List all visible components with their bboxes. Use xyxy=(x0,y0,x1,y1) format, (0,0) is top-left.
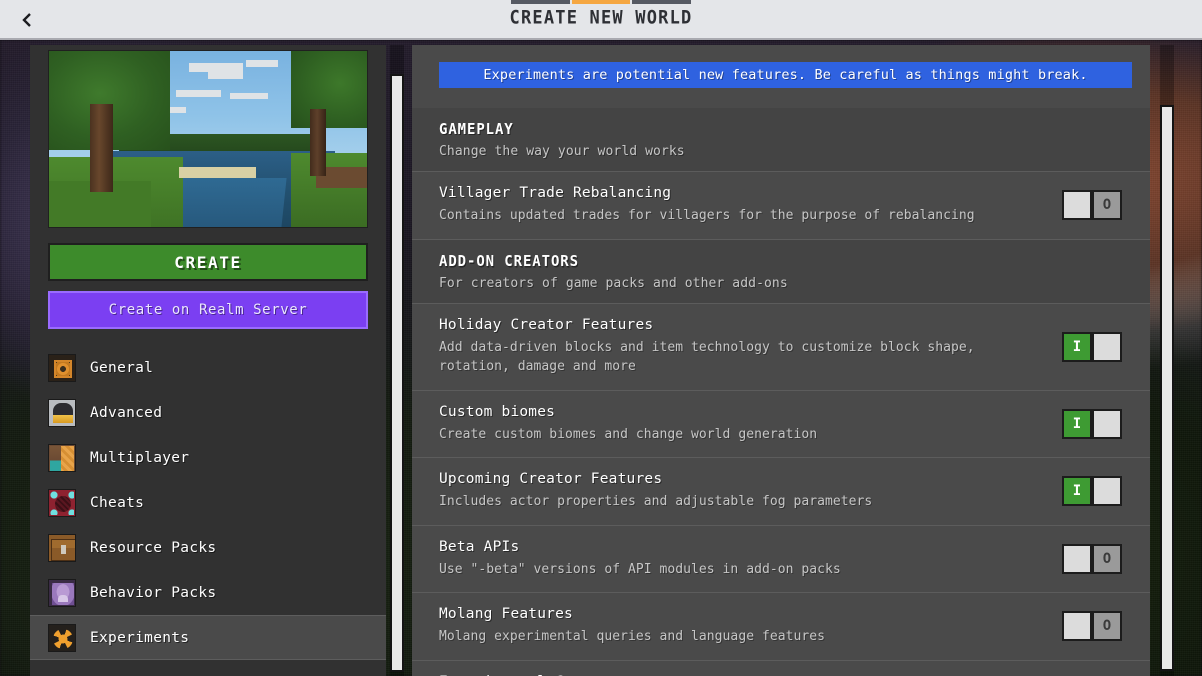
toggle-knob xyxy=(1062,543,1092,574)
feature-toggle[interactable]: I xyxy=(1062,331,1122,362)
feature-title: Beta APIs xyxy=(439,538,520,555)
page-title: CREATE NEW WORLD xyxy=(509,7,693,29)
toggle-knob xyxy=(1092,408,1122,439)
potion-icon xyxy=(48,578,76,607)
toggle-state-label: O xyxy=(1092,543,1122,574)
world-preview-image xyxy=(48,50,368,228)
sidebar-item-resource-packs[interactable]: Resource Packs xyxy=(30,525,386,570)
toggle-knob xyxy=(1062,190,1092,221)
feature-text: Holiday Creator Features Add data-driven … xyxy=(439,317,1062,377)
toggle-state-label: I xyxy=(1062,476,1092,507)
feature-description: Molang experimental queries and language… xyxy=(439,629,825,644)
progress-indicator xyxy=(511,0,692,5)
section-header: ADD-ON CREATORS For creators of game pack… xyxy=(412,239,1150,304)
main-scrollbar-thumb[interactable] xyxy=(1160,105,1174,671)
feature-text: Villager Trade Rebalancing Contains updat… xyxy=(439,185,1062,226)
section-title: ADD-ON CREATORS xyxy=(439,253,579,270)
toggle-state-label: I xyxy=(1062,408,1092,439)
feature-title: Custom biomes xyxy=(439,403,556,420)
main-panel: Experiments are potential new features. … xyxy=(412,45,1150,676)
sidebar-item-cheats[interactable]: Cheats xyxy=(30,480,386,525)
toggle-knob xyxy=(1062,611,1092,642)
sidebar-item-label: Multiplayer xyxy=(90,449,190,466)
section-header: GAMEPLAY Change the way your world works xyxy=(412,108,1150,172)
feature-row[interactable]: Upcoming Creator Features Includes actor … xyxy=(412,458,1150,526)
feature-toggle[interactable]: O xyxy=(1062,190,1122,221)
experiments-icon xyxy=(48,623,76,652)
command-block-icon xyxy=(48,488,76,517)
chest-icon xyxy=(48,533,76,562)
sidebar-nav: General Advanced Multiplayer Cheats Resource… xyxy=(30,345,386,660)
sidebar-item-label: Advanced xyxy=(90,404,163,421)
feature-toggle[interactable]: I xyxy=(1062,408,1122,439)
sidebar-item-label: Behavior Packs xyxy=(90,584,217,601)
progress-segment-0 xyxy=(511,0,570,4)
feature-description: Use "-beta" versions of API modules in a… xyxy=(439,561,841,577)
feature-title: Holiday Creator Features xyxy=(439,316,654,333)
feature-row[interactable]: Beta APIs Use "-beta" versions of API mod… xyxy=(412,525,1150,593)
experiments-list: GAMEPLAY Change the way your world works V… xyxy=(412,108,1150,676)
gear-icon xyxy=(48,353,76,382)
feature-toggle[interactable]: O xyxy=(1062,611,1122,642)
sidebar-item-multiplayer[interactable]: Multiplayer xyxy=(30,435,386,480)
feature-title: Villager Trade Rebalancing xyxy=(439,185,672,201)
section-subtitle: For creators of game packs and other add… xyxy=(439,275,788,291)
sidebar-panel: CREATE Create on Realm Server General Adv… xyxy=(30,45,386,676)
feature-title: Upcoming Creator Features xyxy=(439,471,663,487)
feature-description: Includes actor properties and adjustable… xyxy=(439,494,873,509)
create-world-button[interactable]: CREATE xyxy=(48,243,368,281)
section-subtitle: Change the way your world works xyxy=(439,144,685,159)
toggle-state-label: O xyxy=(1092,190,1122,221)
furnace-icon xyxy=(48,398,76,427)
feature-description: Add data-driven blocks and item technolo… xyxy=(439,339,975,375)
toggle-knob xyxy=(1092,476,1122,507)
toggle-state-label: O xyxy=(1092,611,1122,642)
feature-row[interactable]: Custom biomes Create custom biomes and ch… xyxy=(412,390,1150,458)
experiments-warning-banner: Experiments are potential new features. … xyxy=(439,62,1132,88)
sidebar-item-label: Experiments xyxy=(90,629,190,646)
toggle-state-label: I xyxy=(1062,331,1092,362)
feature-text: Beta APIs Use "-beta" versions of API mod… xyxy=(439,539,1062,580)
feature-toggle[interactable]: O xyxy=(1062,543,1122,574)
sidebar-item-label: Resource Packs xyxy=(90,539,217,556)
feature-text: Upcoming Creator Features Includes actor … xyxy=(439,471,1062,512)
feature-row[interactable]: Experimental CamerasContains example cam… xyxy=(412,660,1150,676)
sidebar-item-behavior-packs[interactable]: Behavior Packs xyxy=(30,570,386,615)
progress-segment-2 xyxy=(632,0,692,4)
feature-row[interactable]: Holiday Creator Features Add data-driven … xyxy=(412,303,1150,391)
progress-segment-1 xyxy=(571,0,631,4)
app-root: CREATE NEW WORLD CREATE Create on Realm … xyxy=(0,0,1202,676)
feature-toggle[interactable]: I xyxy=(1062,476,1122,507)
feature-row[interactable]: Villager Trade Rebalancing Contains updat… xyxy=(412,172,1150,240)
feature-description: Create custom biomes and change world ge… xyxy=(439,426,818,442)
section-title: GAMEPLAY xyxy=(439,121,514,139)
window-header: CREATE NEW WORLD xyxy=(0,0,1202,40)
players-icon xyxy=(48,443,76,472)
feature-title: Molang Features xyxy=(439,606,573,622)
sidebar-item-experiments[interactable]: Experiments xyxy=(30,615,386,660)
feature-row[interactable]: Molang Features Molang experimental queri… xyxy=(412,593,1150,661)
sidebar-item-general[interactable]: General xyxy=(30,345,386,390)
feature-text: Molang Features Molang experimental queri… xyxy=(439,606,1062,647)
feature-text: Custom biomes Create custom biomes and ch… xyxy=(439,404,1062,445)
sidebar-item-label: Cheats xyxy=(90,494,145,511)
feature-description: Contains updated trades for villagers fo… xyxy=(439,208,975,223)
sidebar-item-label: General xyxy=(90,359,154,376)
toggle-knob xyxy=(1092,331,1122,362)
sidebar-scrollbar-thumb[interactable] xyxy=(390,74,404,672)
create-on-realm-server-button[interactable]: Create on Realm Server xyxy=(48,291,368,329)
sidebar-item-advanced[interactable]: Advanced xyxy=(30,390,386,435)
